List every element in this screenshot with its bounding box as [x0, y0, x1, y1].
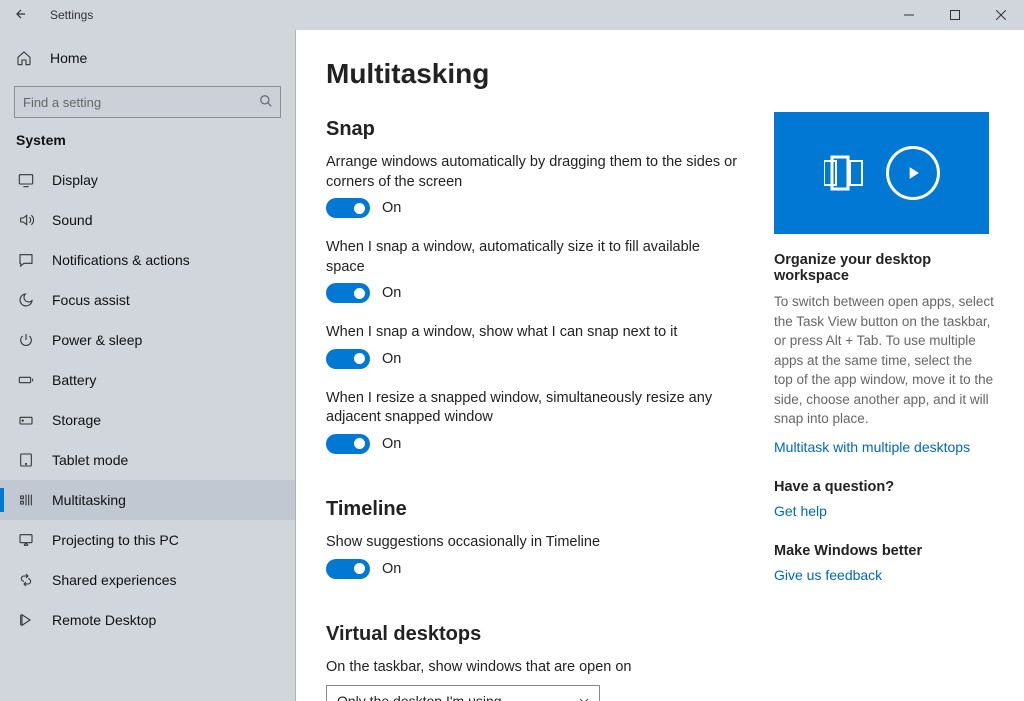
section-label: System	[0, 132, 295, 160]
timeline-suggestions-state: On	[382, 561, 401, 577]
home-button[interactable]: Home	[0, 40, 295, 76]
feedback-link[interactable]: Give us feedback	[774, 567, 994, 583]
snap-resize-state: On	[382, 436, 401, 452]
nav-list: Display Sound Notifications & actions Fo…	[0, 160, 295, 701]
sidebar-item-notifications[interactable]: Notifications & actions	[0, 240, 295, 280]
help-column: Organize your desktop workspace To switc…	[774, 112, 994, 701]
sidebar-item-remote-desktop[interactable]: Remote Desktop	[0, 600, 295, 640]
hero-link[interactable]: Multitask with multiple desktops	[774, 439, 994, 455]
snap-fill-state: On	[382, 285, 401, 301]
search-input[interactable]	[14, 86, 281, 118]
sidebar-item-sound[interactable]: Sound	[0, 200, 295, 240]
sound-icon	[18, 212, 34, 228]
question-title: Have a question?	[774, 479, 994, 495]
notification-icon	[18, 252, 34, 268]
sidebar: Home System Display Sound Notifications …	[0, 30, 296, 701]
snap-fill-desc: When I snap a window, automatically size…	[326, 238, 740, 277]
hero-text: To switch between open apps, select the …	[774, 292, 994, 429]
tablet-icon	[18, 452, 34, 468]
snap-resize-desc: When I resize a snapped window, simultan…	[326, 389, 740, 428]
sidebar-item-label: Tablet mode	[52, 452, 128, 468]
snap-resize-toggle[interactable]	[326, 434, 370, 454]
sidebar-item-projecting[interactable]: Projecting to this PC	[0, 520, 295, 560]
sidebar-item-display[interactable]: Display	[0, 160, 295, 200]
snap-arrange-toggle[interactable]	[326, 198, 370, 218]
title-bar: Settings	[0, 0, 1024, 30]
sidebar-item-label: Multitasking	[52, 492, 126, 508]
windows-stack-icon	[824, 155, 868, 191]
sidebar-item-label: Sound	[52, 212, 92, 228]
snap-arrange-state: On	[382, 200, 401, 216]
play-icon	[886, 146, 940, 200]
sidebar-item-label: Storage	[52, 412, 101, 428]
window-title: Settings	[50, 8, 93, 22]
sidebar-item-storage[interactable]: Storage	[0, 400, 295, 440]
page-title: Multitasking	[326, 58, 994, 90]
sidebar-item-multitasking[interactable]: Multitasking	[0, 480, 295, 520]
feedback-title: Make Windows better	[774, 543, 994, 559]
home-label: Home	[50, 50, 87, 66]
remote-desktop-icon	[18, 612, 34, 628]
minimize-button[interactable]	[886, 0, 932, 30]
main-panel: Multitasking Snap Arrange windows automa…	[296, 30, 1024, 701]
get-help-link[interactable]: Get help	[774, 503, 994, 519]
vd-taskbar-selected: Only the desktop I'm using	[337, 693, 502, 701]
battery-icon	[18, 372, 34, 388]
display-icon	[18, 172, 34, 188]
sidebar-item-label: Power & sleep	[52, 332, 142, 348]
sidebar-item-label: Shared experiences	[52, 572, 177, 588]
sidebar-item-battery[interactable]: Battery	[0, 360, 295, 400]
projecting-icon	[18, 532, 34, 548]
snap-suggest-toggle[interactable]	[326, 349, 370, 369]
multitasking-icon	[18, 492, 34, 508]
shared-icon	[18, 572, 34, 588]
timeline-suggestions-desc: Show suggestions occasionally in Timelin…	[326, 533, 740, 553]
timeline-heading: Timeline	[326, 498, 740, 521]
hero-title: Organize your desktop workspace	[774, 252, 994, 284]
close-button[interactable]	[978, 0, 1024, 30]
vd-taskbar-dropdown[interactable]: Only the desktop I'm using	[326, 685, 600, 701]
focus-assist-icon	[18, 292, 34, 308]
sidebar-item-label: Focus assist	[52, 292, 130, 308]
search-container	[14, 86, 281, 118]
timeline-suggestions-toggle[interactable]	[326, 559, 370, 579]
chevron-down-icon	[579, 696, 589, 701]
settings-column: Snap Arrange windows automatically by dr…	[326, 112, 740, 701]
vd-taskbar-desc: On the taskbar, show windows that are op…	[326, 658, 740, 678]
sidebar-item-shared-experiences[interactable]: Shared experiences	[0, 560, 295, 600]
snap-suggest-desc: When I snap a window, show what I can sn…	[326, 323, 740, 343]
sidebar-item-tablet-mode[interactable]: Tablet mode	[0, 440, 295, 480]
search-icon	[259, 94, 273, 108]
virtual-desktops-heading: Virtual desktops	[326, 623, 740, 646]
sidebar-item-label: Remote Desktop	[52, 612, 156, 628]
sidebar-item-label: Projecting to this PC	[52, 532, 179, 548]
snap-suggest-state: On	[382, 351, 401, 367]
sidebar-item-label: Display	[52, 172, 98, 188]
sidebar-item-power-sleep[interactable]: Power & sleep	[0, 320, 295, 360]
power-icon	[18, 332, 34, 348]
snap-fill-toggle[interactable]	[326, 283, 370, 303]
help-video[interactable]	[774, 112, 989, 234]
home-icon	[16, 50, 32, 66]
snap-heading: Snap	[326, 118, 740, 141]
sidebar-item-label: Battery	[52, 372, 96, 388]
maximize-button[interactable]	[932, 0, 978, 30]
snap-arrange-desc: Arrange windows automatically by draggin…	[326, 153, 740, 192]
sidebar-item-focus-assist[interactable]: Focus assist	[0, 280, 295, 320]
back-button[interactable]	[6, 7, 36, 24]
sidebar-item-label: Notifications & actions	[52, 252, 190, 268]
storage-icon	[18, 412, 34, 428]
